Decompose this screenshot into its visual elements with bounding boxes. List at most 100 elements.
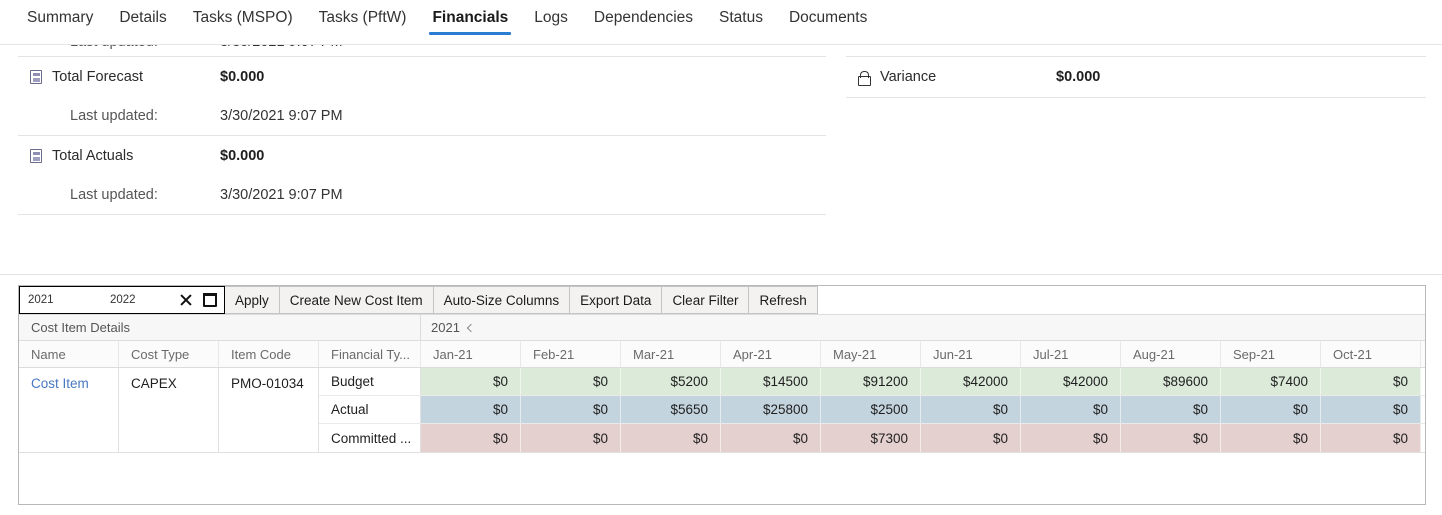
cell-budget-oct-21: $0 xyxy=(1321,368,1421,395)
cell-committed-oct-21: $0 xyxy=(1321,424,1421,452)
total-forecast-updated-value: 3/30/2021 9:07 PM xyxy=(220,108,343,124)
date-range-picker[interactable]: 2021 2022 xyxy=(19,286,225,314)
grid-body: Cost Item CAPEX PMO-01034 Budget $0 $0 $… xyxy=(19,368,1425,497)
total-forecast-updated-label: Last updated: xyxy=(70,108,158,124)
subrow-actual: Actual $0 $0 $5650 $25800 $2500 $0 $0 $0… xyxy=(319,396,1425,424)
total-forecast-value: $0.000 xyxy=(220,69,265,85)
cell-budget-feb-21: $0 xyxy=(521,368,621,395)
cell-item-code: PMO-01034 xyxy=(219,368,319,452)
column-header-may-21[interactable]: May-21 xyxy=(821,341,921,367)
metric-variance: Variance $0.000 xyxy=(846,57,1426,98)
cell-actual-jan-21: $0 xyxy=(421,396,521,423)
cell-budget-mar-21: $5200 xyxy=(621,368,721,395)
cell-actual-aug-21: $0 xyxy=(1121,396,1221,423)
subrow-committed: Committed ... $0 $0 $0 $0 $7300 $0 $0 $0… xyxy=(319,424,1425,452)
column-header-sep-21[interactable]: Sep-21 xyxy=(1221,341,1321,367)
cell-budget-aug-21: $89600 xyxy=(1121,368,1221,395)
tab-status[interactable]: Status xyxy=(706,0,776,44)
cell-committed-aug-21: $0 xyxy=(1121,424,1221,452)
cell-actual-oct-21: $0 xyxy=(1321,396,1421,423)
metric-total-actuals: Total Actuals $0.000 Last updated: 3/30/… xyxy=(18,136,826,215)
column-header-oct-21[interactable]: Oct-21 xyxy=(1321,341,1421,367)
tab-tasks-pftw[interactable]: Tasks (PftW) xyxy=(306,0,420,44)
grid-column-header-row: Name Cost Type Item Code Financial Ty...… xyxy=(19,341,1425,368)
column-header-jun-21[interactable]: Jun-21 xyxy=(921,341,1021,367)
cell-budget-may-21: $91200 xyxy=(821,368,921,395)
create-new-cost-item-button[interactable]: Create New Cost Item xyxy=(279,286,434,314)
column-header-financial-type[interactable]: Financial Ty... xyxy=(319,341,421,367)
column-header-apr-21[interactable]: Apr-21 xyxy=(721,341,821,367)
tab-tasks-mspo[interactable]: Tasks (MSPO) xyxy=(180,0,306,44)
calendar-icon[interactable] xyxy=(203,293,217,307)
column-header-cost-type[interactable]: Cost Type xyxy=(119,341,219,367)
apply-button[interactable]: Apply xyxy=(225,286,280,314)
cell-actual-may-21: $2500 xyxy=(821,396,921,423)
date-from-input[interactable]: 2021 xyxy=(24,294,106,306)
cell-committed-jan-21: $0 xyxy=(421,424,521,452)
cell-actual-apr-21: $25800 xyxy=(721,396,821,423)
group-header-cost-item-details: Cost Item Details xyxy=(19,315,421,340)
cell-actual-sep-21: $0 xyxy=(1221,396,1321,423)
cell-budget-jan-21: $0 xyxy=(421,368,521,395)
column-header-jul-21[interactable]: Jul-21 xyxy=(1021,341,1121,367)
metric-right-spacer xyxy=(846,45,1426,57)
clear-filter-button[interactable]: Clear Filter xyxy=(662,286,750,314)
tab-financials[interactable]: Financials xyxy=(419,0,521,44)
column-header-jan-21[interactable]: Jan-21 xyxy=(421,341,521,367)
cell-name: Cost Item xyxy=(19,368,119,452)
variance-value: $0.000 xyxy=(1056,69,1101,85)
cell-committed-mar-21: $0 xyxy=(621,424,721,452)
table-row: Cost Item CAPEX PMO-01034 Budget $0 $0 $… xyxy=(19,368,1425,453)
column-header-mar-21[interactable]: Mar-21 xyxy=(621,341,721,367)
cell-actual-feb-21: $0 xyxy=(521,396,621,423)
group-header-year-2021[interactable]: 2021 xyxy=(421,315,476,340)
cell-budget-jul-21: $42000 xyxy=(1021,368,1121,395)
cell-committed-jun-21: $0 xyxy=(921,424,1021,452)
close-x-icon[interactable] xyxy=(179,293,193,307)
column-header-item-code[interactable]: Item Code xyxy=(219,341,319,367)
cost-item-link[interactable]: Cost Item xyxy=(31,376,89,391)
column-header-feb-21[interactable]: Feb-21 xyxy=(521,341,621,367)
date-to-input[interactable]: 2022 xyxy=(106,294,176,306)
tab-dependencies[interactable]: Dependencies xyxy=(581,0,706,44)
cell-committed-may-21: $7300 xyxy=(821,424,921,452)
tab-summary[interactable]: Summary xyxy=(14,0,106,44)
total-actuals-updated-label: Last updated: xyxy=(70,187,158,203)
calculator-icon xyxy=(30,70,52,84)
total-actuals-value: $0.000 xyxy=(220,148,265,164)
subrow-budget: Budget $0 $0 $5200 $14500 $91200 $42000 … xyxy=(319,368,1425,396)
variance-label: Variance xyxy=(880,69,937,85)
refresh-button[interactable]: Refresh xyxy=(749,286,818,314)
chevron-left-icon[interactable] xyxy=(466,323,476,332)
cell-committed-sep-21: $0 xyxy=(1221,424,1321,452)
summary-left-column: Last updated: 3/30/2021 9:07 PM Total Fo… xyxy=(18,45,826,215)
tab-details[interactable]: Details xyxy=(106,0,179,44)
grid-toolbar: 2021 2022 Apply Create New Cost Item Aut… xyxy=(19,285,1425,314)
cell-committed-apr-21: $0 xyxy=(721,424,821,452)
cell-budget-sep-21: $7400 xyxy=(1221,368,1321,395)
total-forecast-label: Total Forecast xyxy=(52,69,144,85)
cell-budget-apr-21: $14500 xyxy=(721,368,821,395)
cell-budget-jun-21: $42000 xyxy=(921,368,1021,395)
column-header-name[interactable]: Name xyxy=(19,341,119,367)
summary-right-column: Variance $0.000 xyxy=(846,45,1426,98)
tab-logs[interactable]: Logs xyxy=(521,0,581,44)
metric-clipped-last-updated: Last updated: 3/30/2021 9:07 PM xyxy=(18,45,826,57)
cell-actual-mar-21: $5650 xyxy=(621,396,721,423)
lock-icon xyxy=(858,70,880,86)
cell-actual-jul-21: $0 xyxy=(1021,396,1121,423)
column-header-aug-21[interactable]: Aug-21 xyxy=(1121,341,1221,367)
total-actuals-label: Total Actuals xyxy=(52,148,134,164)
export-data-button[interactable]: Export Data xyxy=(570,286,663,314)
cost-items-grid-panel: 2021 2022 Apply Create New Cost Item Aut… xyxy=(18,285,1426,505)
financial-type-subrows: Budget $0 $0 $5200 $14500 $91200 $42000 … xyxy=(319,368,1425,452)
cell-committed-feb-21: $0 xyxy=(521,424,621,452)
metric-total-forecast: Total Forecast $0.000 Last updated: 3/30… xyxy=(18,57,826,136)
auto-size-columns-button[interactable]: Auto-Size Columns xyxy=(433,286,571,314)
main-tab-bar: Summary Details Tasks (MSPO) Tasks (PftW… xyxy=(0,0,1442,45)
grid-group-header-row: Cost Item Details 2021 xyxy=(19,314,1425,341)
cell-financial-type-budget: Budget xyxy=(319,368,421,395)
grid-empty-area xyxy=(19,453,1425,497)
tab-documents[interactable]: Documents xyxy=(776,0,880,44)
cell-committed-jul-21: $0 xyxy=(1021,424,1121,452)
